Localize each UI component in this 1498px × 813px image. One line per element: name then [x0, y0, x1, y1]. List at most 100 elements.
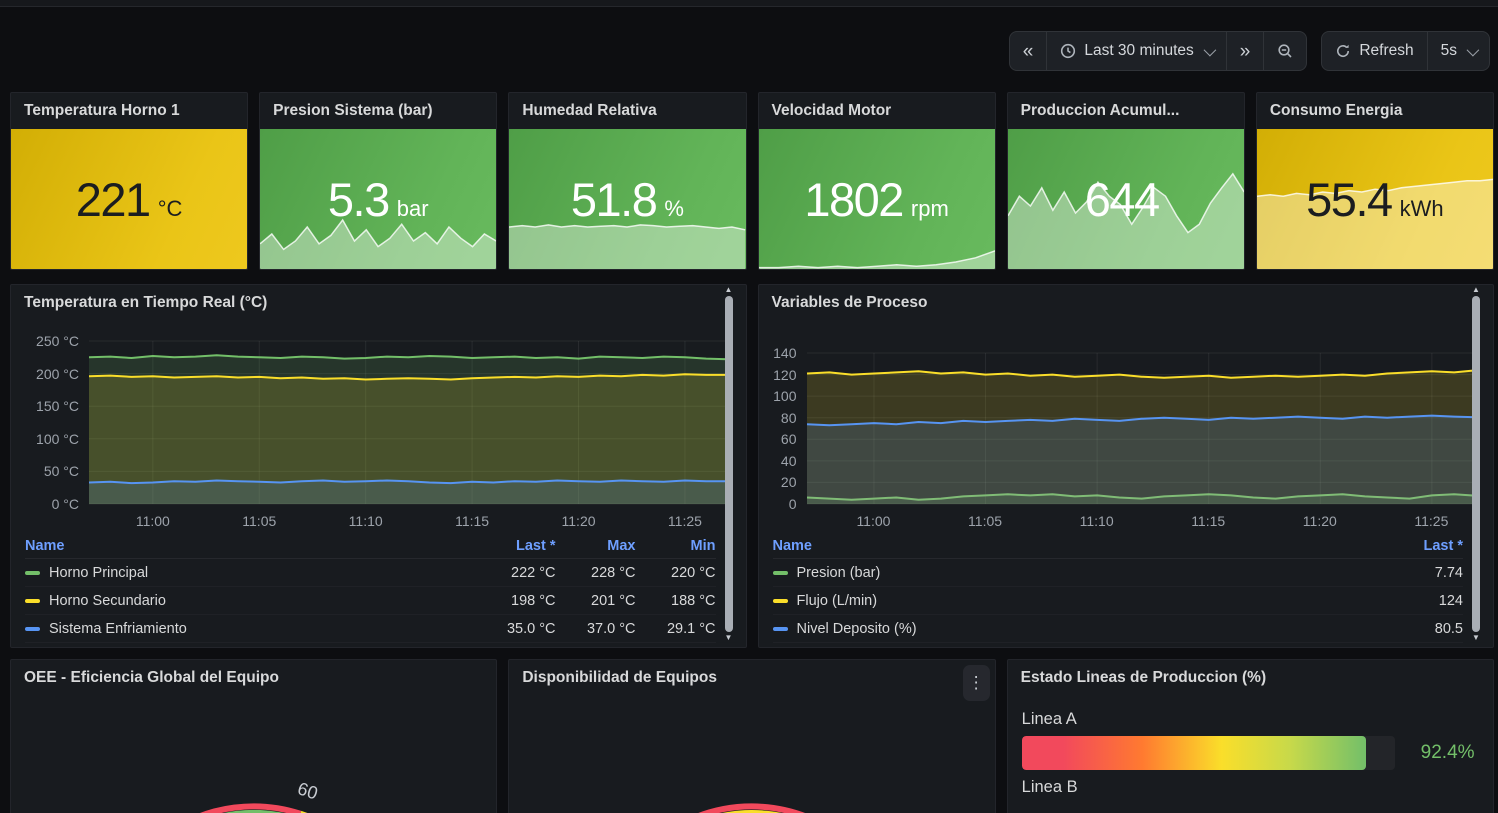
y-axis-tick-label: 20: [781, 474, 797, 490]
zoom-out-time-button[interactable]: [1263, 32, 1306, 70]
legend-series-name[interactable]: Horno Principal: [25, 565, 476, 581]
legend-header-col[interactable]: Last *: [476, 538, 556, 554]
stat-panel-consumo: Consumo Energia 55.4 kWh: [1256, 92, 1494, 270]
legend-series-name[interactable]: Sistema Enfriamiento: [25, 621, 476, 637]
bar-row: 92.4%: [1022, 736, 1479, 770]
y-axis-tick-label: 80: [781, 410, 797, 426]
legend-series-swatch-icon[interactable]: [25, 599, 40, 603]
panel-title[interactable]: Disponibilidad de Equipos: [509, 660, 994, 696]
legend-value: 35.0 °C: [476, 621, 556, 637]
stat-unit: rpm: [911, 196, 949, 222]
panel-title[interactable]: Humedad Relativa: [509, 93, 745, 129]
x-axis-tick-label: 11:25: [1414, 513, 1448, 529]
x-axis-tick-label: 11:10: [1080, 513, 1114, 529]
legend-value: 124: [1383, 593, 1463, 609]
time-range-label: Last 30 minutes: [1084, 42, 1193, 60]
legend-series-swatch-icon[interactable]: [773, 627, 788, 631]
gauge-chart: 60: [11, 696, 496, 813]
x-axis-tick-label: 11:20: [562, 513, 596, 529]
stat-value: 221 °C: [76, 176, 183, 223]
stat-value: 51.8 %: [571, 176, 684, 223]
bar-label-linea-b: Linea B: [1022, 778, 1479, 797]
legend-series-swatch-icon[interactable]: [773, 571, 788, 575]
legend-value: 7.74: [1383, 565, 1463, 581]
stat-value: 55.4 kWh: [1306, 176, 1443, 223]
legend-value: 80.5: [1383, 621, 1463, 637]
timeseries-panel-variables: Variables de Proceso 1401201008060402001…: [758, 284, 1495, 648]
legend-scrollbar[interactable]: ▲ ▼: [724, 285, 734, 643]
x-axis-tick-label: 11:05: [242, 513, 276, 529]
legend-table: NameLast *MaxMin Horno Principal222 °C228…: [25, 534, 716, 645]
legend-series-name[interactable]: Flujo (L/min): [773, 593, 1384, 609]
x-axis-tick-label: 11:15: [455, 513, 489, 529]
scrollbar-thumb[interactable]: [725, 296, 733, 632]
y-axis-tick-label: 40: [781, 453, 797, 469]
x-axis-tick-label: 11:00: [136, 513, 170, 529]
legend-row: Horno Secundario198 °C201 °C188 °C: [25, 587, 716, 615]
legend-series-swatch-icon[interactable]: [773, 599, 788, 603]
bar-value: 92.4%: [1421, 742, 1475, 764]
panel-title[interactable]: Velocidad Motor: [759, 93, 995, 129]
plot-area: 250 °C200 °C150 °C100 °C50 °C0 °C11:0011…: [89, 341, 728, 504]
stat-unit: %: [664, 196, 684, 222]
legend-series-swatch-icon[interactable]: [25, 571, 40, 575]
scroll-up-icon[interactable]: ▲: [725, 285, 733, 295]
legend-row: Horno Principal222 °C228 °C220 °C: [25, 559, 716, 587]
panel-title[interactable]: OEE - Eficiencia Global del Equipo: [11, 660, 496, 696]
timeseries-panel-temperatura: Temperatura en Tiempo Real (°C) 250 °C20…: [10, 284, 747, 648]
y-axis-tick-label: 50 °C: [44, 463, 79, 479]
stat-body: 1802 rpm: [759, 129, 995, 269]
y-axis-tick-label: 60: [781, 431, 797, 447]
refresh-button[interactable]: Refresh: [1322, 32, 1426, 70]
panel-title[interactable]: Temperatura Horno 1: [11, 93, 247, 129]
stat-value: 5.3 bar: [328, 176, 429, 223]
plot-area: 14012010080604020011:0011:0511:1011:1511…: [807, 353, 1477, 504]
panel-title[interactable]: Produccion Acumul...: [1008, 93, 1244, 129]
chevrons-right-icon: »: [1240, 42, 1251, 61]
legend-table: NameLast * Presion (bar)7.74 Flujo (L/min)…: [773, 534, 1464, 645]
legend-scrollbar[interactable]: ▲ ▼: [1471, 285, 1481, 643]
legend-series-name[interactable]: Nivel Deposito (%): [773, 621, 1384, 637]
scroll-down-icon[interactable]: ▼: [1472, 633, 1480, 643]
legend-header-col[interactable]: Last *: [1383, 538, 1463, 554]
scroll-up-icon[interactable]: ▲: [1472, 285, 1480, 295]
panel-title[interactable]: Variables de Proceso: [759, 285, 1494, 321]
stat-body: 51.8 %: [509, 129, 745, 269]
y-axis-tick-label: 140: [773, 345, 796, 361]
stat-panel-humedad: Humedad Relativa 51.8 %: [508, 92, 746, 270]
legend-value: 222 °C: [476, 565, 556, 581]
legend-header-name[interactable]: Name: [25, 538, 476, 554]
dashboard-toolbar: « Last 30 minutes » Refresh 5s: [1009, 31, 1490, 71]
legend-header-col[interactable]: Max: [556, 538, 636, 554]
refresh-icon: [1335, 43, 1351, 59]
panel-title[interactable]: Temperatura en Tiempo Real (°C): [11, 285, 746, 321]
bargauge-panel-estado: Estado Lineas de Produccion (%) Linea A …: [1007, 659, 1494, 813]
legend-series-name[interactable]: Presion (bar): [773, 565, 1384, 581]
y-axis-tick-label: 0 °C: [52, 496, 79, 512]
stat-number: 55.4: [1306, 176, 1391, 223]
time-controls-group: « Last 30 minutes »: [1009, 31, 1308, 71]
panel-title[interactable]: Presion Sistema (bar): [260, 93, 496, 129]
gauge-panel-oee: OEE - Eficiencia Global del Equipo 60: [10, 659, 497, 813]
refresh-group: Refresh 5s: [1321, 31, 1490, 71]
legend-series-name[interactable]: Horno Secundario: [25, 593, 476, 609]
stat-body: 644: [1008, 129, 1244, 269]
panel-title[interactable]: Estado Lineas de Produccion (%): [1008, 660, 1493, 696]
time-shift-forward-button[interactable]: »: [1226, 32, 1264, 70]
gauge-panel-disponibilidad: Disponibilidad de Equipos ⋮: [508, 659, 995, 813]
stat-panel-presion: Presion Sistema (bar) 5.3 bar: [259, 92, 497, 270]
time-shift-back-button[interactable]: «: [1010, 32, 1047, 70]
scroll-down-icon[interactable]: ▼: [725, 633, 733, 643]
legend-value: 188 °C: [636, 593, 716, 609]
legend-series-swatch-icon[interactable]: [25, 627, 40, 631]
panel-title[interactable]: Consumo Energia: [1257, 93, 1493, 129]
time-range-picker[interactable]: Last 30 minutes: [1046, 32, 1225, 70]
legend-header-col[interactable]: Min: [636, 538, 716, 554]
legend-header-name[interactable]: Name: [773, 538, 1384, 554]
x-axis-tick-label: 11:00: [856, 513, 890, 529]
line-chart: [89, 341, 728, 504]
scrollbar-thumb[interactable]: [1472, 296, 1480, 632]
x-axis-tick-label: 11:20: [1303, 513, 1337, 529]
refresh-interval-dropdown[interactable]: 5s: [1427, 32, 1489, 70]
legend-header: NameLast *: [773, 534, 1464, 559]
